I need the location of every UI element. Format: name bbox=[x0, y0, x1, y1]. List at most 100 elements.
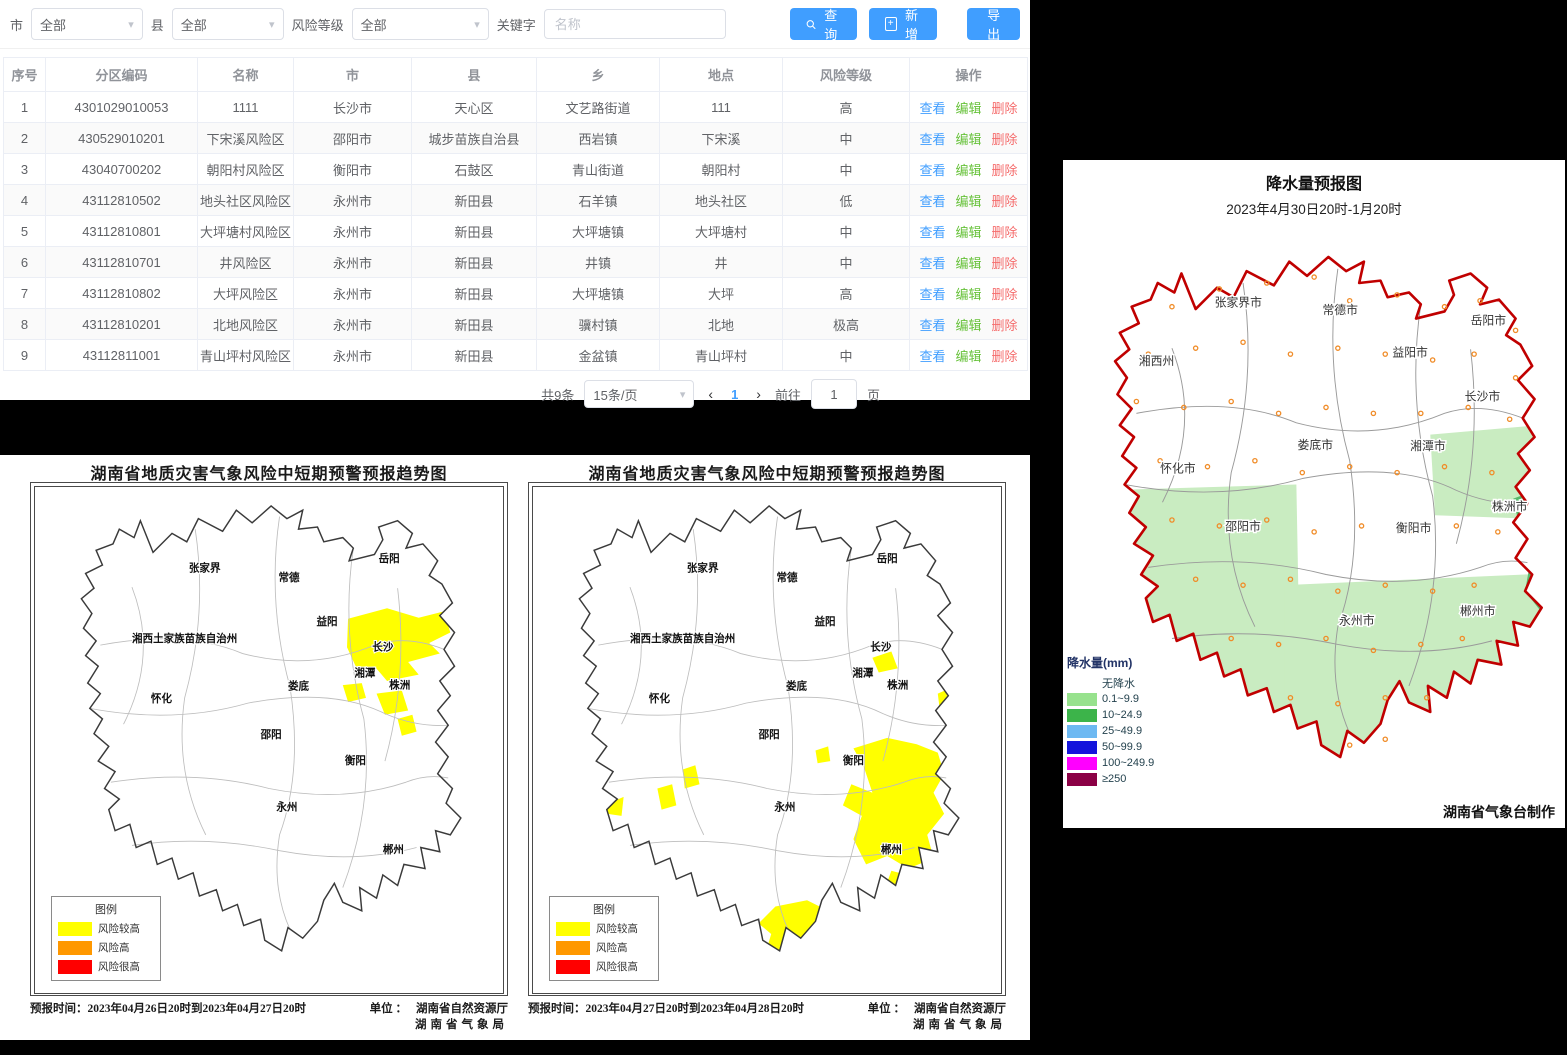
edit-link[interactable]: 编辑 bbox=[955, 225, 981, 240]
legend-swatch bbox=[1067, 773, 1097, 786]
export-button[interactable]: 导出 bbox=[967, 8, 1020, 40]
view-link[interactable]: 查看 bbox=[919, 132, 945, 147]
map-city-label: 湘潭市 bbox=[1410, 439, 1446, 453]
map-city-label: 湘西土家族苗族自治州 bbox=[132, 632, 237, 645]
delete-link[interactable]: 删除 bbox=[992, 349, 1018, 364]
unit-line1-1: 湖南省自然资源厅 bbox=[416, 1003, 508, 1015]
view-link[interactable]: 查看 bbox=[919, 225, 945, 240]
risk-level-value: 中 bbox=[783, 123, 910, 154]
precip-map-subtitle: 2023年4月30日20时-1月20时 bbox=[1063, 198, 1565, 218]
legend-item: 风险高 bbox=[58, 940, 154, 955]
view-link[interactable]: 查看 bbox=[919, 287, 945, 302]
map-city-label: 怀化市 bbox=[1160, 462, 1196, 476]
map-city-label: 岳阳市 bbox=[1471, 313, 1507, 327]
total-count: 共9条 bbox=[541, 385, 574, 404]
add-icon: + bbox=[885, 17, 897, 31]
unit-line2-2: 湖南省气象局 bbox=[913, 1019, 1006, 1031]
risk-level-value: 中 bbox=[783, 247, 910, 278]
map-city-label: 湘西土家族苗族自治州 bbox=[630, 632, 735, 645]
risk-zone-admin-panel: 市 全部 ▾ 县 全部 ▾ 风险等级 全部 ▾ 关键字 查询 + 新增 bbox=[0, 0, 1030, 400]
edit-link[interactable]: 编辑 bbox=[955, 349, 981, 364]
map-city-label: 邵阳 bbox=[260, 729, 282, 741]
map-city-label: 株洲市 bbox=[1492, 500, 1528, 514]
page-unit-label: 页 bbox=[867, 385, 880, 404]
keyword-input[interactable] bbox=[544, 9, 726, 39]
map-city-label: 湘潭 bbox=[354, 667, 376, 680]
delete-link[interactable]: 删除 bbox=[992, 132, 1018, 147]
risk-zone-table: 序号分区编码名称市县乡地点风险等级操作 143010290100531111长沙… bbox=[3, 57, 1028, 371]
map-city-label: 岳阳 bbox=[379, 552, 400, 565]
trend-map-1-title: 湖南省地质灾害气象风险中短期预警预报趋势图 bbox=[30, 460, 508, 482]
risk-level-select[interactable]: 全部 ▾ bbox=[352, 8, 489, 40]
edit-link[interactable]: 编辑 bbox=[955, 194, 981, 209]
risk-level-value: 高 bbox=[783, 92, 910, 123]
delete-link[interactable]: 删除 bbox=[992, 256, 1018, 271]
edit-link[interactable]: 编辑 bbox=[955, 318, 981, 333]
legend-swatch bbox=[58, 960, 92, 974]
delete-link[interactable]: 删除 bbox=[992, 225, 1018, 240]
map-city-label: 邵阳市 bbox=[1225, 520, 1261, 534]
unit-line1-2: 湖南省自然资源厅 bbox=[914, 1003, 1006, 1015]
legend-swatch bbox=[1067, 725, 1097, 738]
column-header: 地点 bbox=[660, 58, 783, 92]
table-row: 343040700202朝阳村风险区衡阳市石鼓区青山街道朝阳村中查看编辑删除 bbox=[4, 154, 1028, 185]
chevron-down-icon: ▾ bbox=[269, 18, 275, 31]
page-number[interactable]: 1 bbox=[727, 387, 742, 402]
legend-swatch bbox=[556, 922, 590, 936]
city-select[interactable]: 全部 ▾ bbox=[31, 8, 143, 40]
edit-link[interactable]: 编辑 bbox=[955, 132, 981, 147]
next-page-icon[interactable]: › bbox=[752, 386, 765, 402]
delete-link[interactable]: 删除 bbox=[992, 318, 1018, 333]
prev-page-icon[interactable]: ‹ bbox=[704, 386, 717, 402]
view-link[interactable]: 查看 bbox=[919, 163, 945, 178]
view-link[interactable]: 查看 bbox=[919, 194, 945, 209]
view-link[interactable]: 查看 bbox=[919, 256, 945, 271]
delete-link[interactable]: 删除 bbox=[992, 194, 1018, 209]
map-city-label: 娄底 bbox=[288, 679, 310, 692]
unit-label-2: 单位 ： bbox=[868, 1000, 905, 1032]
trend-map-2-title: 湖南省地质灾害气象风险中短期预警预报趋势图 bbox=[528, 460, 1006, 482]
table-row: 443112810502地头社区风险区永州市新田县石羊镇地头社区低查看编辑删除 bbox=[4, 185, 1028, 216]
edit-link[interactable]: 编辑 bbox=[955, 163, 981, 178]
add-button[interactable]: + 新增 bbox=[869, 8, 938, 40]
view-link[interactable]: 查看 bbox=[919, 101, 945, 116]
edit-link[interactable]: 编辑 bbox=[955, 287, 981, 302]
map-city-label: 张家界 bbox=[687, 561, 719, 574]
delete-link[interactable]: 删除 bbox=[992, 163, 1018, 178]
map-city-label: 株洲 bbox=[389, 678, 410, 691]
map-city-label: 娄底 bbox=[786, 679, 808, 692]
precip-legend: 降水量(mm) 无降水0.1~9.910~24.925~49.950~99.91… bbox=[1067, 654, 1154, 787]
delete-link[interactable]: 删除 bbox=[992, 101, 1018, 116]
map-city-label: 永州 bbox=[773, 801, 795, 814]
delete-link[interactable]: 删除 bbox=[992, 287, 1018, 302]
edit-link[interactable]: 编辑 bbox=[955, 101, 981, 116]
filter-bar: 市 全部 ▾ 县 全部 ▾ 风险等级 全部 ▾ 关键字 查询 + 新增 bbox=[0, 0, 1030, 49]
table-row: 143010290100531111长沙市天心区文艺路街道111高查看编辑删除 bbox=[4, 92, 1028, 123]
map-city-label: 长沙 bbox=[372, 640, 394, 653]
county-select[interactable]: 全部 ▾ bbox=[172, 8, 284, 40]
risk-level-value: 极高 bbox=[783, 309, 910, 340]
risk-level-filter-label: 风险等级 bbox=[292, 15, 344, 34]
legend-item: 50~99.9 bbox=[1067, 739, 1154, 755]
search-button[interactable]: 查询 bbox=[790, 8, 857, 40]
column-header: 操作 bbox=[910, 58, 1028, 92]
map-city-label: 张家界市 bbox=[1215, 296, 1263, 310]
page-size-select[interactable]: 15条/页 ▾ bbox=[584, 380, 694, 408]
map-city-label: 湘西州 bbox=[1139, 354, 1175, 368]
map-city-label: 益阳市 bbox=[1392, 345, 1428, 359]
view-link[interactable]: 查看 bbox=[919, 318, 945, 333]
trend-map-1: 湖南省地质灾害气象风险中短期预警预报趋势图 张家界常德岳阳湘西土家族苗族自治州益… bbox=[30, 460, 508, 1032]
precip-legend-title: 降水量(mm) bbox=[1067, 654, 1154, 671]
table-row: 2430529010201下宋溪风险区邵阳市城步苗族自治县西岩镇下宋溪中查看编辑… bbox=[4, 123, 1028, 154]
legend-swatch bbox=[1067, 677, 1097, 690]
legend-item: 风险很高 bbox=[556, 959, 652, 974]
legend-item: 风险较高 bbox=[58, 921, 154, 936]
view-link[interactable]: 查看 bbox=[919, 349, 945, 364]
legend-item: 10~24.9 bbox=[1067, 707, 1154, 723]
goto-page-input[interactable] bbox=[811, 379, 857, 409]
search-icon bbox=[806, 18, 816, 31]
table-row: 543112810801大坪塘村风险区永州市新田县大坪塘镇大坪塘村中查看编辑删除 bbox=[4, 216, 1028, 247]
map-city-label: 怀化 bbox=[649, 692, 671, 705]
legend-item: 无降水 bbox=[1067, 675, 1154, 691]
edit-link[interactable]: 编辑 bbox=[955, 256, 981, 271]
